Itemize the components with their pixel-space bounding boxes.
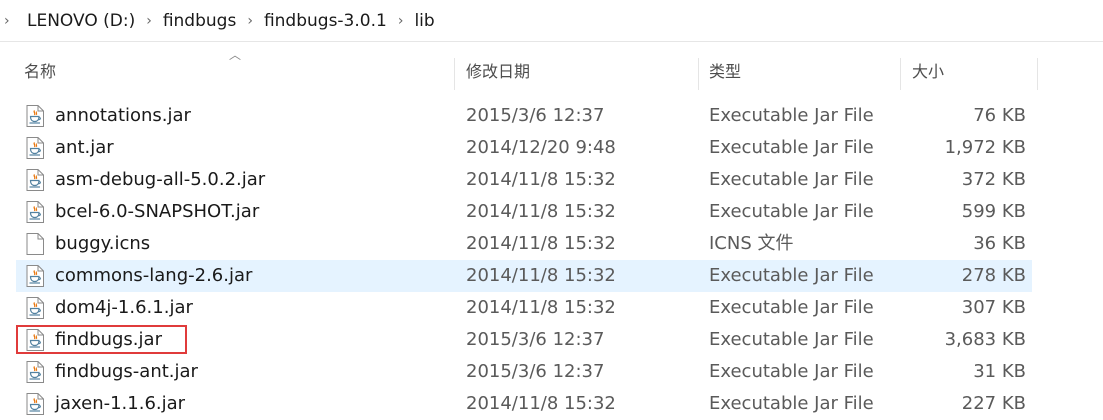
file-type: Executable Jar File	[709, 265, 874, 286]
column-header-name[interactable]: 名称	[24, 52, 56, 92]
chevron-right-icon[interactable]: ›	[4, 13, 10, 29]
column-header-date[interactable]: 修改日期	[466, 52, 530, 92]
file-type: Executable Jar File	[709, 329, 874, 350]
chevron-right-icon[interactable]: ›	[247, 13, 253, 29]
breadcrumb-item-lib[interactable]: lib	[414, 11, 434, 31]
file-name: bcel-6.0-SNAPSHOT.jar	[55, 201, 260, 222]
file-row[interactable]: asm-debug-all-5.0.2.jar 2014/11/8 15:32 Ex…	[16, 164, 1032, 196]
breadcrumb: › LENOVO (D:) › findbugs › findbugs-3.0.…	[0, 0, 1103, 42]
file-size: 307 KB	[961, 297, 1026, 318]
file-size: 36 KB	[973, 233, 1026, 254]
file-name: dom4j-1.6.1.jar	[55, 297, 193, 318]
file-name: commons-lang-2.6.jar	[55, 265, 253, 286]
jar-icon	[26, 361, 44, 383]
file-type: Executable Jar File	[709, 297, 874, 318]
file-type: Executable Jar File	[709, 169, 874, 190]
breadcrumb-items: LENOVO (D:) › findbugs › findbugs-3.0.1 …	[27, 0, 435, 42]
jar-icon	[26, 201, 44, 223]
file-row[interactable]: ant.jar 2014/12/20 9:48 Executable Jar Fil…	[16, 132, 1032, 164]
file-size: 76 KB	[973, 105, 1026, 126]
file-row[interactable]: annotations.jar 2015/3/6 12:37 Executable …	[16, 100, 1032, 132]
column-header-row: 名称 修改日期 类型 大小	[0, 52, 1040, 92]
column-divider[interactable]	[900, 58, 901, 90]
file-size: 1,972 KB	[944, 137, 1026, 158]
file-size: 599 KB	[961, 201, 1026, 222]
jar-icon	[26, 297, 44, 319]
file-name: ant.jar	[55, 137, 114, 158]
chevron-right-icon[interactable]: ›	[398, 13, 404, 29]
column-header-type[interactable]: 类型	[709, 52, 741, 92]
file-date: 2014/11/8 15:32	[466, 169, 616, 190]
file-type: Executable Jar File	[709, 201, 874, 222]
file-row[interactable]: findbugs-ant.jar 2015/3/6 12:37 Executable…	[16, 356, 1032, 388]
chevron-right-icon[interactable]: ›	[146, 13, 152, 29]
column-header-size[interactable]: 大小	[912, 52, 944, 92]
file-date: 2014/11/8 15:32	[466, 201, 616, 222]
jar-icon	[26, 137, 44, 159]
file-date: 2014/11/8 15:32	[466, 233, 616, 254]
file-row[interactable]: jaxen-1.1.6.jar 2014/11/8 15:32 Executable…	[16, 388, 1032, 420]
breadcrumb-item-version[interactable]: findbugs-3.0.1	[264, 11, 387, 31]
file-date: 2015/3/6 12:37	[466, 105, 605, 126]
file-name: jaxen-1.1.6.jar	[55, 393, 186, 414]
file-date: 2014/12/20 9:48	[466, 137, 616, 158]
file-date: 2015/3/6 12:37	[466, 361, 605, 382]
file-row[interactable]: buggy.icns 2014/11/8 15:32 ICNS 文件 36 KB	[16, 228, 1032, 260]
jar-icon	[26, 393, 44, 415]
file-date: 2014/11/8 15:32	[466, 265, 616, 286]
file-row[interactable]: commons-lang-2.6.jar 2014/11/8 15:32 Execu…	[16, 260, 1032, 292]
column-divider[interactable]	[1037, 58, 1038, 90]
file-size: 227 KB	[961, 393, 1026, 414]
file-date: 2014/11/8 15:32	[466, 297, 616, 318]
file-date: 2014/11/8 15:32	[466, 393, 616, 414]
jar-icon	[26, 169, 44, 191]
file-icon	[26, 233, 44, 255]
file-name: findbugs.jar	[55, 329, 162, 350]
file-row[interactable]: bcel-6.0-SNAPSHOT.jar 2014/11/8 15:32 Exec…	[16, 196, 1032, 228]
column-divider[interactable]	[454, 58, 455, 90]
file-size: 372 KB	[961, 169, 1026, 190]
file-size: 31 KB	[973, 361, 1026, 382]
file-name: buggy.icns	[55, 233, 151, 254]
jar-icon	[26, 265, 44, 287]
jar-icon	[26, 329, 44, 351]
file-row[interactable]: findbugs.jar 2015/3/6 12:37 Executable Jar…	[16, 324, 1032, 356]
file-type: Executable Jar File	[709, 137, 874, 158]
file-name: asm-debug-all-5.0.2.jar	[55, 169, 266, 190]
file-type: Executable Jar File	[709, 361, 874, 382]
column-divider[interactable]	[698, 58, 699, 90]
file-date: 2015/3/6 12:37	[466, 329, 605, 350]
file-name: annotations.jar	[55, 105, 191, 126]
breadcrumb-item-drive[interactable]: LENOVO (D:)	[27, 11, 135, 31]
file-type: Executable Jar File	[709, 105, 874, 126]
file-type: ICNS 文件	[709, 233, 794, 254]
file-name: findbugs-ant.jar	[55, 361, 198, 382]
file-type: Executable Jar File	[709, 393, 874, 414]
breadcrumb-item-findbugs[interactable]: findbugs	[163, 11, 237, 31]
jar-icon	[26, 105, 44, 127]
file-row[interactable]: dom4j-1.6.1.jar 2014/11/8 15:32 Executable…	[16, 292, 1032, 324]
file-size: 3,683 KB	[944, 329, 1026, 350]
file-size: 278 KB	[961, 265, 1026, 286]
